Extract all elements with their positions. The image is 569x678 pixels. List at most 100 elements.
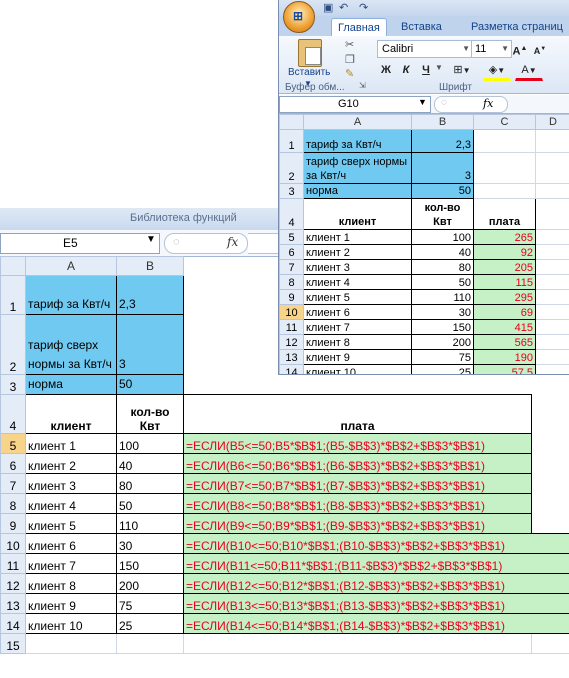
borders-button[interactable]: ⊞▼ — [449, 61, 475, 79]
empty-cell[interactable] — [532, 454, 569, 474]
tab-page-layout[interactable]: Разметка страниц — [465, 18, 569, 36]
client-cell[interactable]: клиент 5 — [303, 289, 412, 305]
kwt-cell[interactable]: 75 — [116, 593, 184, 614]
header-kwt[interactable]: кол-во Квт — [411, 198, 474, 230]
row-header[interactable]: 7 — [279, 259, 304, 275]
select-all-corner[interactable] — [279, 114, 304, 130]
fill-color-button[interactable]: ◈▼ — [483, 61, 511, 81]
kwt-cell[interactable]: 40 — [116, 453, 184, 474]
client-cell[interactable]: клиент 2 — [25, 453, 117, 474]
formula-cell[interactable]: =ЕСЛИ(B12<=50;B12*$B$1;(B12-$B$3)*$B$2+$… — [183, 573, 569, 594]
column-header-a[interactable]: A — [303, 114, 412, 130]
undo-icon[interactable]: ↶ — [339, 1, 348, 14]
client-cell[interactable]: клиент 3 — [25, 473, 117, 494]
empty-cell[interactable] — [535, 289, 569, 305]
office-button[interactable]: ⊞ — [283, 1, 315, 33]
client-cell[interactable]: клиент 6 — [25, 533, 117, 554]
kwt-cell[interactable]: 110 — [116, 513, 184, 534]
empty-cell[interactable] — [473, 129, 536, 153]
row-header[interactable]: 5 — [0, 433, 26, 454]
row-header[interactable]: 9 — [279, 289, 304, 305]
client-cell[interactable]: клиент 7 — [303, 319, 412, 335]
row-header[interactable]: 6 — [279, 244, 304, 260]
format-painter-icon[interactable]: ✎ — [345, 67, 354, 80]
font-size-select[interactable]: 11 ▼ — [471, 40, 512, 58]
pay-cell[interactable]: 57,5 — [473, 364, 536, 374]
kwt-cell[interactable]: 150 — [411, 319, 474, 335]
kwt-cell[interactable]: 40 — [411, 244, 474, 260]
cut-icon[interactable]: ✂ — [345, 38, 354, 51]
row-header[interactable]: 9 — [0, 513, 26, 534]
kwt-cell[interactable]: 100 — [116, 433, 184, 454]
row-header[interactable]: 14 — [279, 364, 304, 374]
client-cell[interactable]: клиент 10 — [303, 364, 412, 374]
header-client[interactable]: клиент — [25, 394, 117, 434]
column-header-d[interactable]: D — [535, 114, 569, 130]
formula-cell[interactable]: =ЕСЛИ(B6<=50;B6*$B$1;(B6-$B$3)*$B$2+$B$3… — [183, 453, 532, 474]
row-header[interactable]: 11 — [0, 553, 26, 574]
formula-cell[interactable]: =ЕСЛИ(B14<=50;B14*$B$1;(B14-$B$3)*$B$2+$… — [183, 613, 569, 634]
font-name-select[interactable]: Calibri ▼ — [377, 40, 473, 58]
client-cell[interactable]: клиент 3 — [303, 259, 412, 275]
row-header[interactable]: 10 — [0, 533, 26, 554]
row-header[interactable]: 4 — [279, 198, 304, 230]
formula-cell[interactable]: =ЕСЛИ(B9<=50;B9*$B$1;(B9-$B$3)*$B$2+$B$3… — [183, 513, 532, 534]
row-header[interactable]: 12 — [0, 573, 26, 594]
insert-function-button[interactable]: ◌ fx — [434, 96, 508, 113]
header-client[interactable]: клиент — [303, 198, 412, 230]
tab-home[interactable]: Главная — [331, 18, 387, 37]
formula-cell[interactable]: =ЕСЛИ(B13<=50;B13*$B$1;(B13-$B$3)*$B$2+$… — [183, 593, 569, 614]
save-icon[interactable]: ▣ — [323, 1, 333, 14]
chevron-down-icon[interactable]: ▼ — [462, 41, 470, 57]
empty-cell[interactable] — [531, 633, 569, 654]
empty-cell[interactable] — [532, 395, 569, 434]
kwt-cell[interactable]: 30 — [116, 533, 184, 554]
empty-cell[interactable] — [535, 274, 569, 290]
row-header[interactable]: 13 — [0, 593, 26, 614]
empty-cell[interactable] — [25, 633, 117, 654]
empty-cell[interactable] — [535, 183, 569, 199]
formula-cell[interactable]: =ЕСЛИ(B10<=50;B10*$B$1;(B10-$B$3)*$B$2+$… — [183, 533, 569, 554]
empty-cell[interactable] — [184, 375, 532, 395]
grow-font-button[interactable]: A▲ — [511, 40, 529, 58]
cell-b2[interactable]: 3 — [411, 152, 474, 184]
row-header[interactable]: 2 — [0, 314, 26, 375]
kwt-cell[interactable]: 80 — [116, 473, 184, 494]
kwt-cell[interactable]: 150 — [116, 553, 184, 574]
pay-cell[interactable]: 295 — [473, 289, 536, 305]
column-header-a[interactable]: A — [25, 256, 117, 276]
kwt-cell[interactable]: 50 — [116, 493, 184, 514]
empty-cell[interactable] — [535, 334, 569, 350]
empty-cell[interactable] — [535, 152, 569, 184]
empty-cell[interactable] — [532, 375, 569, 395]
client-cell[interactable]: клиент 1 — [303, 229, 412, 245]
empty-cell[interactable] — [535, 129, 569, 153]
column-header-c[interactable]: C — [473, 114, 536, 130]
row-header[interactable]: 10 — [279, 304, 304, 320]
client-cell[interactable]: клиент 1 — [25, 433, 117, 454]
column-header-b[interactable]: B — [116, 256, 184, 276]
row-header[interactable]: 1 — [0, 275, 26, 315]
italic-button[interactable]: К — [397, 61, 415, 79]
header-pay[interactable]: плата — [473, 198, 536, 230]
pay-cell[interactable]: 565 — [473, 334, 536, 350]
pay-cell[interactable]: 92 — [473, 244, 536, 260]
kwt-cell[interactable]: 100 — [411, 229, 474, 245]
shrink-font-button[interactable]: A▼ — [531, 40, 549, 58]
client-cell[interactable]: клиент 9 — [303, 349, 412, 365]
kwt-cell[interactable]: 110 — [411, 289, 474, 305]
cell-b1[interactable]: 2,3 — [116, 275, 184, 315]
row-header[interactable]: 8 — [279, 274, 304, 290]
empty-cell[interactable] — [535, 304, 569, 320]
redo-icon[interactable]: ↷ — [359, 1, 368, 14]
row-header[interactable]: 2 — [279, 152, 304, 184]
chevron-down-icon[interactable]: ▼ — [435, 63, 443, 72]
kwt-cell[interactable]: 200 — [116, 573, 184, 594]
cell-b1[interactable]: 2,3 — [411, 129, 474, 153]
kwt-cell[interactable]: 75 — [411, 349, 474, 365]
pay-cell[interactable]: 415 — [473, 319, 536, 335]
row-header[interactable]: 12 — [279, 334, 304, 350]
header-kwt[interactable]: кол-во Квт — [116, 394, 184, 434]
tab-insert[interactable]: Вставка — [395, 18, 448, 36]
client-cell[interactable]: клиент 8 — [303, 334, 412, 350]
